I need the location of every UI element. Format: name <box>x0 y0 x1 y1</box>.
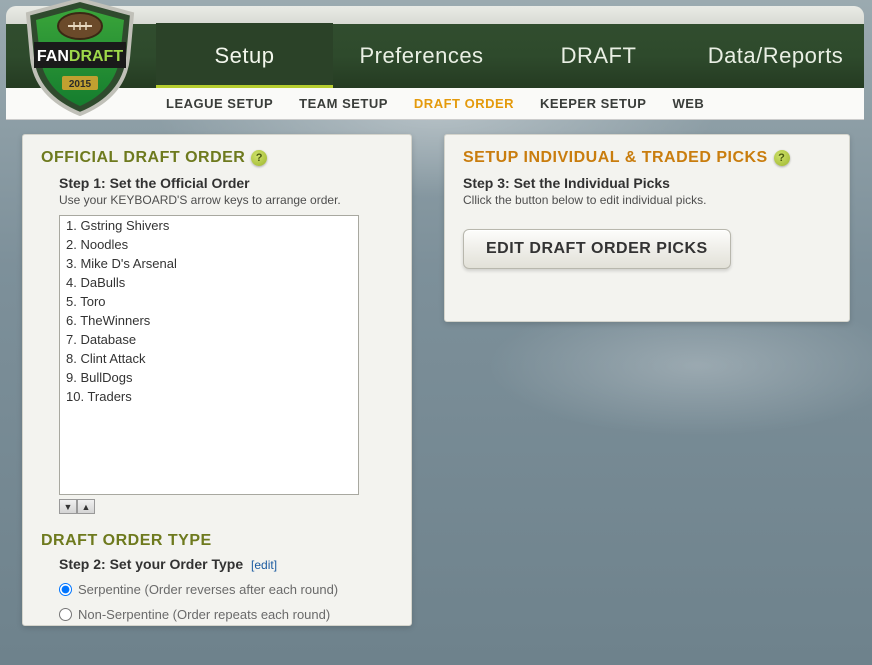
subtab-team-setup[interactable]: TEAM SETUP <box>299 96 388 111</box>
list-item[interactable]: 5. Toro <box>60 292 358 311</box>
tab-draft[interactable]: DRAFT <box>510 23 687 89</box>
radio-nonserpentine[interactable] <box>59 608 72 621</box>
radio-nonserpentine-row[interactable]: Non-Serpentine (Order repeats each round… <box>59 607 393 622</box>
tab-data-reports[interactable]: Data/Reports <box>687 23 864 89</box>
list-item[interactable]: 3. Mike D's Arsenal <box>60 254 358 273</box>
subtab-league-setup[interactable]: LEAGUE SETUP <box>166 96 273 111</box>
section-title-order-type: DRAFT ORDER TYPE <box>41 532 393 550</box>
logo-year: 2015 <box>69 79 92 90</box>
list-item[interactable]: 2. Noodles <box>60 235 358 254</box>
panel-title-text: OFFICIAL DRAFT ORDER <box>41 149 245 167</box>
list-item[interactable]: 7. Database <box>60 330 358 349</box>
svg-text:FANDRAFT: FANDRAFT <box>37 48 123 65</box>
panel-title-individual-text: SETUP INDIVIDUAL & TRADED PICKS <box>463 149 768 167</box>
subtab-web[interactable]: WEB <box>672 96 704 111</box>
draft-order-listbox[interactable]: 1. Gstring Shivers2. Noodles3. Mike D's … <box>59 215 359 495</box>
edit-order-type-link[interactable]: [edit] <box>251 558 277 572</box>
list-item[interactable]: 10. Traders <box>60 387 358 406</box>
radio-serpentine-row[interactable]: Serpentine (Order reverses after each ro… <box>59 582 393 597</box>
radio-serpentine-label: Serpentine (Order reverses after each ro… <box>78 582 338 597</box>
step3-title: Step 3: Set the Individual Picks <box>463 175 831 191</box>
tab-setup[interactable]: Setup <box>156 23 333 89</box>
move-down-button[interactable]: ▼ <box>59 499 77 514</box>
step3-subtitle: Cllick the button below to edit individu… <box>463 193 831 207</box>
app-logo: FANDRAFT 2015 <box>10 0 150 121</box>
list-item[interactable]: 4. DaBulls <box>60 273 358 292</box>
step2-title-text: Step 2: Set your Order Type <box>59 556 243 572</box>
list-item[interactable]: 1. Gstring Shivers <box>60 216 358 235</box>
radio-serpentine[interactable] <box>59 583 72 596</box>
help-icon[interactable]: ? <box>251 150 267 166</box>
list-item[interactable]: 6. TheWinners <box>60 311 358 330</box>
panel-individual-picks: SETUP INDIVIDUAL & TRADED PICKS ? Step 3… <box>444 134 850 322</box>
step1-subtitle: Use your KEYBOARD'S arrow keys to arrang… <box>59 193 393 207</box>
panel-official-draft-order: OFFICIAL DRAFT ORDER ? Step 1: Set the O… <box>22 134 412 626</box>
step2-title: Step 2: Set your Order Type [edit] <box>59 556 393 572</box>
radio-nonserpentine-label: Non-Serpentine (Order repeats each round… <box>78 607 330 622</box>
panel-title-official: OFFICIAL DRAFT ORDER ? <box>41 149 393 167</box>
edit-draft-order-picks-button[interactable]: EDIT DRAFT ORDER PICKS <box>463 229 731 269</box>
subtab-draft-order[interactable]: DRAFT ORDER <box>414 96 514 111</box>
panel-title-individual: SETUP INDIVIDUAL & TRADED PICKS ? <box>463 149 831 167</box>
list-item[interactable]: 8. Clint Attack <box>60 349 358 368</box>
subtab-keeper-setup[interactable]: KEEPER SETUP <box>540 96 646 111</box>
list-item[interactable]: 9. BullDogs <box>60 368 358 387</box>
step1-title: Step 1: Set the Official Order <box>59 175 393 191</box>
move-up-button[interactable]: ▲ <box>77 499 95 514</box>
help-icon[interactable]: ? <box>774 150 790 166</box>
tab-preferences[interactable]: Preferences <box>333 23 510 89</box>
